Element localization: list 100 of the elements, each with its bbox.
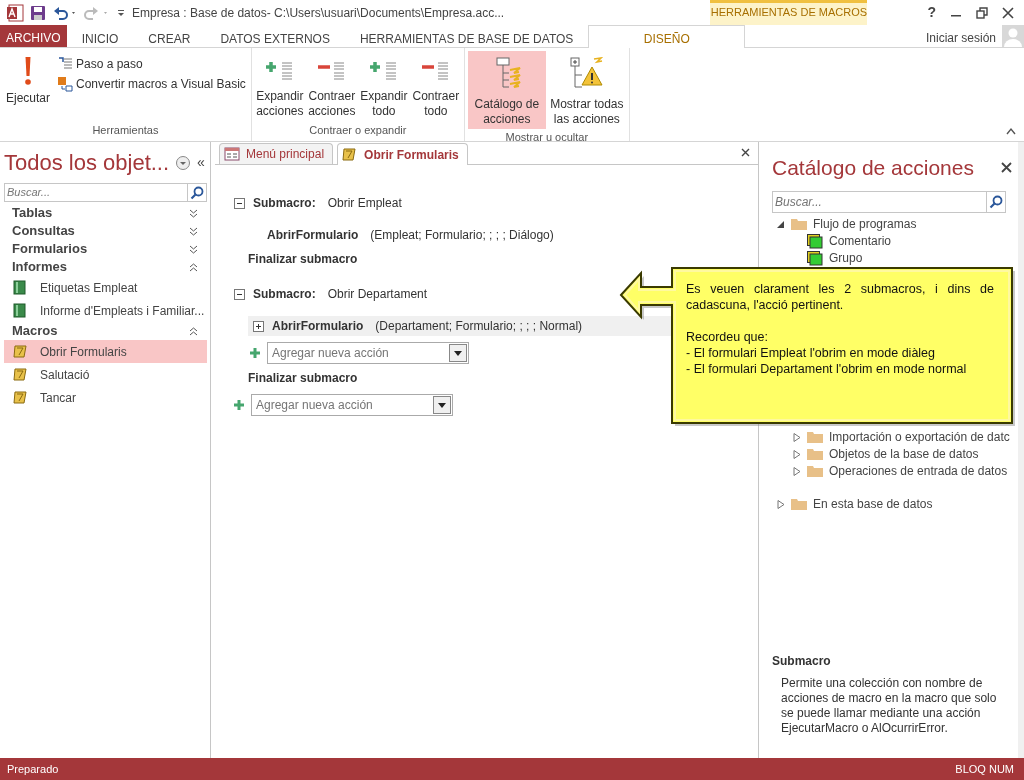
pane-title: Todos los objet... bbox=[4, 149, 170, 177]
keyword-label: Submacro: bbox=[253, 195, 316, 212]
action-arguments: (Departament; Formulario; ; ; ; Normal) bbox=[375, 318, 583, 335]
nav-item[interactable]: Etiquetas Empleat bbox=[4, 276, 207, 299]
keyword-label: Submacro: bbox=[253, 286, 316, 303]
pane-title: Catálogo de acciones bbox=[772, 155, 974, 181]
tree-item[interactable]: Grupo bbox=[829, 249, 863, 267]
tree-item[interactable]: Importación o exportación de datc bbox=[829, 428, 1010, 446]
ribbon-tab[interactable]: DISEÑO bbox=[588, 25, 746, 48]
collapsed-arrow-icon[interactable] bbox=[793, 449, 801, 459]
convert-icon bbox=[57, 76, 73, 92]
action-icon bbox=[807, 233, 823, 249]
callout-text: - El formulari Departament l'obrim en mode normal bbox=[686, 361, 968, 377]
action-name: AbrirFormulario bbox=[267, 227, 359, 244]
expand-chevron-icon[interactable] bbox=[189, 226, 198, 236]
tree-item[interactable]: En esta base de datos bbox=[813, 495, 933, 513]
folder-icon bbox=[807, 464, 823, 478]
callout-text: - El formulari Empleat l'obrim en mode diàleg bbox=[686, 345, 937, 361]
close-icon[interactable] bbox=[741, 148, 750, 157]
collapsed-arrow-icon[interactable] bbox=[777, 499, 785, 509]
tree-item[interactable]: Objetos de la base de datos bbox=[829, 445, 979, 463]
expand-chevron-icon[interactable] bbox=[189, 208, 198, 218]
group-label: Herramientas bbox=[91, 122, 160, 138]
ribbon-tab[interactable]: CREAR bbox=[133, 25, 206, 47]
ribbon-button[interactable]: Contraer todo bbox=[410, 51, 461, 122]
ribbon-tab[interactable]: HERRAMIENTAS DE BASE DE DATOS bbox=[344, 25, 589, 47]
action-name: AbrirFormulario bbox=[272, 318, 364, 335]
contextual-tab-header: HERRAMIENTAS DE MACROS bbox=[710, 0, 868, 25]
ribbon-button[interactable]: Contraer acciones bbox=[306, 51, 357, 122]
ribbon-button[interactable]: Convertir macros a Visual Basic bbox=[55, 74, 248, 94]
submacro-name: Obrir Departament bbox=[327, 286, 428, 303]
group-header[interactable]: Informes bbox=[12, 257, 67, 277]
end-submacro-label: Finalizar submacro bbox=[248, 370, 358, 387]
callout-text: Es veuen clarament les 2 submacros, i dins de cadascuna, l'acció pertinent. bbox=[686, 281, 994, 313]
nav-item[interactable]: Tancar bbox=[4, 386, 207, 409]
sign-in-link[interactable]: Iniciar sesión bbox=[925, 25, 996, 47]
ribbon-button[interactable]: Expandir acciones bbox=[254, 51, 305, 122]
document-tab[interactable]: Obrir Formularis bbox=[337, 143, 468, 165]
status-text: BLOQ NUM bbox=[955, 761, 1014, 777]
tree-item[interactable]: Operaciones de entrada de datos bbox=[829, 462, 1008, 480]
add-icon[interactable] bbox=[234, 400, 244, 410]
tree-item[interactable]: Comentario bbox=[829, 232, 892, 250]
scroll-icon bbox=[13, 344, 27, 359]
group-header[interactable]: Consultas bbox=[12, 221, 75, 241]
search-icon[interactable] bbox=[190, 185, 204, 200]
tree-item[interactable]: Flujo de programas bbox=[813, 215, 917, 233]
access-logo-icon bbox=[6, 3, 24, 22]
ribbon-button[interactable]: Mostrar todas las acciones bbox=[547, 51, 626, 129]
collapsed-arrow-icon[interactable] bbox=[793, 466, 801, 476]
collapse-chevron-icon[interactable] bbox=[189, 262, 198, 272]
expand-chevron-icon[interactable] bbox=[189, 244, 198, 254]
collapsed-arrow-icon[interactable] bbox=[793, 432, 801, 442]
undo-icon[interactable] bbox=[52, 4, 78, 21]
exclamation-icon bbox=[25, 57, 31, 85]
action-arguments: (Empleat; Formulario; ; ; ; Diálogo) bbox=[370, 227, 554, 244]
scroll-icon bbox=[13, 367, 27, 382]
ribbon-tab[interactable]: DATOS EXTERNOS bbox=[205, 25, 345, 47]
ribbon-button[interactable]: Expandir todo bbox=[358, 51, 409, 122]
collapse-chevron-icon[interactable] bbox=[189, 326, 198, 336]
ribbon-tab[interactable]: INICIO bbox=[66, 25, 134, 47]
submacro-name: Obrir Empleat bbox=[327, 195, 402, 212]
expanded-arrow-icon[interactable] bbox=[777, 219, 785, 229]
document-tab[interactable]: Menú principal bbox=[219, 143, 334, 164]
save-icon[interactable] bbox=[30, 4, 46, 21]
group-header[interactable]: Tablas bbox=[12, 203, 53, 223]
ribbon-button[interactable]: Catálogo de acciones bbox=[467, 51, 546, 129]
restore-icon[interactable] bbox=[976, 6, 988, 19]
nav-item[interactable]: Salutació bbox=[4, 363, 207, 386]
group-label: Mostrar u ocultar bbox=[504, 130, 590, 145]
folder-icon bbox=[791, 497, 807, 511]
report-icon bbox=[13, 280, 27, 295]
folder-icon bbox=[791, 217, 807, 231]
collapse-toggle-icon[interactable] bbox=[234, 197, 245, 209]
dropdown-icon[interactable] bbox=[175, 154, 192, 171]
nav-item[interactable]: Informe d'Empleats i Familiar... bbox=[4, 299, 207, 322]
group-header[interactable]: Macros bbox=[12, 321, 58, 341]
tree-warning-icon bbox=[569, 57, 604, 91]
group-header[interactable]: Formularios bbox=[12, 239, 88, 259]
scroll-icon bbox=[13, 390, 27, 405]
search-field[interactable]: Buscar... bbox=[772, 190, 986, 213]
close-icon[interactable] bbox=[1001, 162, 1012, 174]
help-button[interactable]: ? bbox=[927, 2, 936, 23]
nav-item[interactable]: Obrir Formularis bbox=[4, 340, 207, 363]
collapse-toggle-icon[interactable] bbox=[234, 288, 245, 300]
collapse-ribbon-icon[interactable] bbox=[1006, 127, 1016, 135]
window-title: Empresa : Base de datos- C:\Users\usuari\Documents\Empresa.acc... bbox=[132, 4, 505, 22]
end-submacro-label: Finalizar submacro bbox=[248, 251, 358, 268]
collapse-pane-button[interactable]: « bbox=[197, 152, 205, 173]
scroll-icon bbox=[342, 147, 359, 162]
expand-toggle-icon[interactable] bbox=[253, 320, 264, 332]
ribbon-button[interactable]: Ejecutar bbox=[3, 51, 53, 122]
add-icon[interactable] bbox=[250, 348, 260, 358]
ribbon-button[interactable]: Paso a paso bbox=[55, 54, 248, 74]
search-icon[interactable] bbox=[989, 194, 1003, 209]
step-icon bbox=[57, 56, 73, 72]
search-field[interactable]: Buscar... bbox=[4, 183, 187, 202]
file-tab[interactable]: ARCHIVO bbox=[0, 25, 67, 47]
callout-text: Recordeu que: bbox=[686, 329, 769, 345]
help-text: Permite una colección con nombre de acciones de macro en la macro que solo se puede llamar mediante una acción EjecutarMacro o AlOcurrirError. bbox=[780, 676, 998, 736]
close-icon[interactable] bbox=[1002, 6, 1014, 19]
